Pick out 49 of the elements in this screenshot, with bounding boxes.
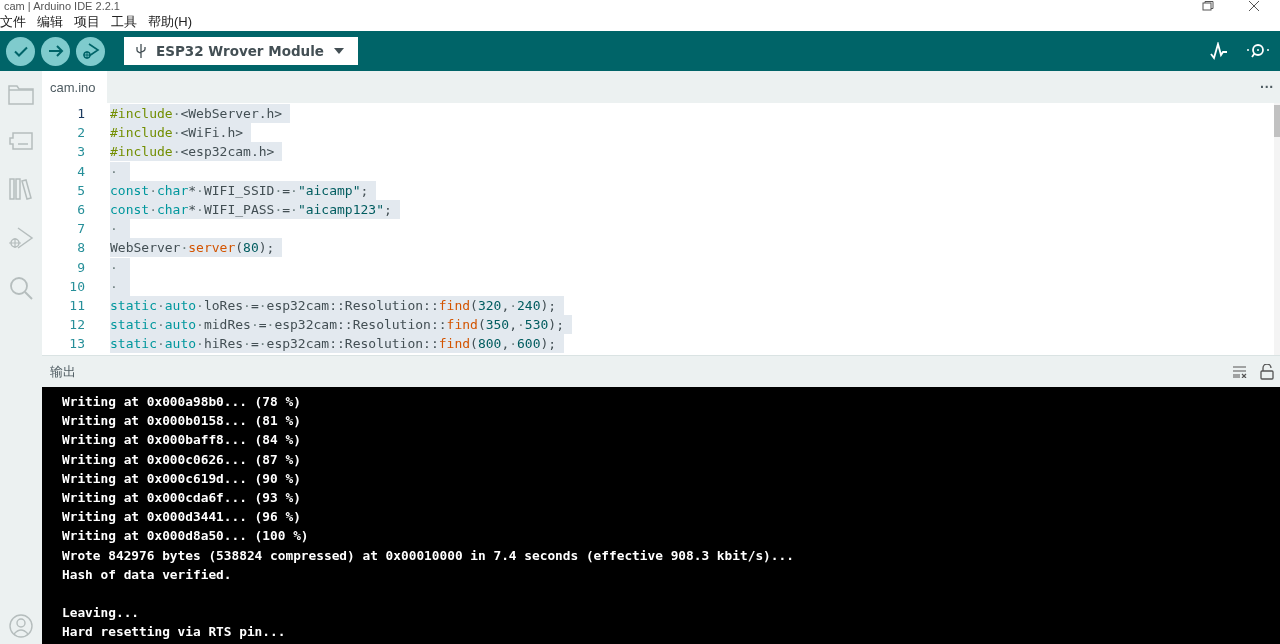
- menu-item[interactable]: 帮助(H): [148, 12, 193, 31]
- restore-icon[interactable]: [1202, 1, 1214, 11]
- line-number: 10: [68, 278, 86, 294]
- line-number: 6: [76, 202, 86, 218]
- line-number: 9: [76, 259, 86, 275]
- output-line: Hash of data verified.: [62, 565, 233, 584]
- output-line: Writing at 0x000cda6f... (93 %): [62, 488, 302, 507]
- arrow-icon: [47, 43, 64, 59]
- line-number: 2: [76, 125, 86, 141]
- usb-icon: [136, 43, 146, 59]
- output-line: Wrote 842976 bytes (538824 compressed) at 0x00010000 in 7.4 seconds (effective 908.3 kbit/s)...: [62, 546, 795, 565]
- output-line: Writing at 0x000c0626... (87 %): [62, 450, 302, 469]
- line-number: 3: [76, 144, 86, 160]
- output-line: Leaving...: [62, 604, 141, 623]
- more-actions-button[interactable]: ···: [1260, 71, 1280, 103]
- line-number: 13: [68, 336, 86, 352]
- line-number: 8: [76, 240, 86, 256]
- output-line: Hard resetting via RTS pin...: [62, 623, 287, 642]
- unlocked-lock-icon[interactable]: [1260, 363, 1274, 380]
- serial-plotter-icon[interactable]: [1210, 42, 1228, 60]
- line-number: 5: [76, 182, 86, 198]
- verify-button[interactable]: [6, 36, 35, 66]
- output-line: Writing at 0x000b0158... (81 %): [62, 412, 302, 431]
- menu-item[interactable]: 编辑: [37, 12, 63, 31]
- window-title: cam | Arduino IDE 2.2.1: [4, 0, 120, 12]
- caret-icon: [334, 48, 344, 54]
- menu-item[interactable]: 工具: [111, 12, 137, 31]
- output-line: Writing at 0x000d3441... (96 %): [62, 508, 302, 527]
- close-icon[interactable]: [1248, 1, 1260, 11]
- line-number: 11: [68, 297, 86, 313]
- debug-icon: [81, 42, 100, 60]
- upload-button[interactable]: [41, 36, 70, 66]
- line-number: 12: [68, 317, 86, 333]
- line-number: 1: [76, 106, 86, 122]
- serial-monitor-icon[interactable]: [1246, 42, 1270, 60]
- board-selector[interactable]: ESP32 Wrover Module: [124, 37, 358, 65]
- menu-item[interactable]: 项目: [74, 12, 100, 31]
- line-number: 7: [76, 221, 86, 237]
- line-number: 4: [76, 163, 86, 179]
- output-panel-title: 输出: [50, 362, 76, 381]
- debug-button[interactable]: [76, 36, 105, 66]
- clear-output-icon[interactable]: [1232, 365, 1248, 378]
- output-line: Writing at 0x000c619d... (90 %): [62, 469, 302, 488]
- file-tab[interactable]: cam.ino: [42, 71, 107, 103]
- menu-item[interactable]: 文件: [0, 12, 26, 31]
- output-line: Writing at 0x000a98b0... (78 %): [62, 393, 302, 411]
- output-line: Writing at 0x000d8a50... (100 %): [62, 527, 310, 546]
- output-line: Writing at 0x000baff8... (84 %): [62, 431, 302, 450]
- scrollbar-thumb[interactable]: [1274, 105, 1280, 137]
